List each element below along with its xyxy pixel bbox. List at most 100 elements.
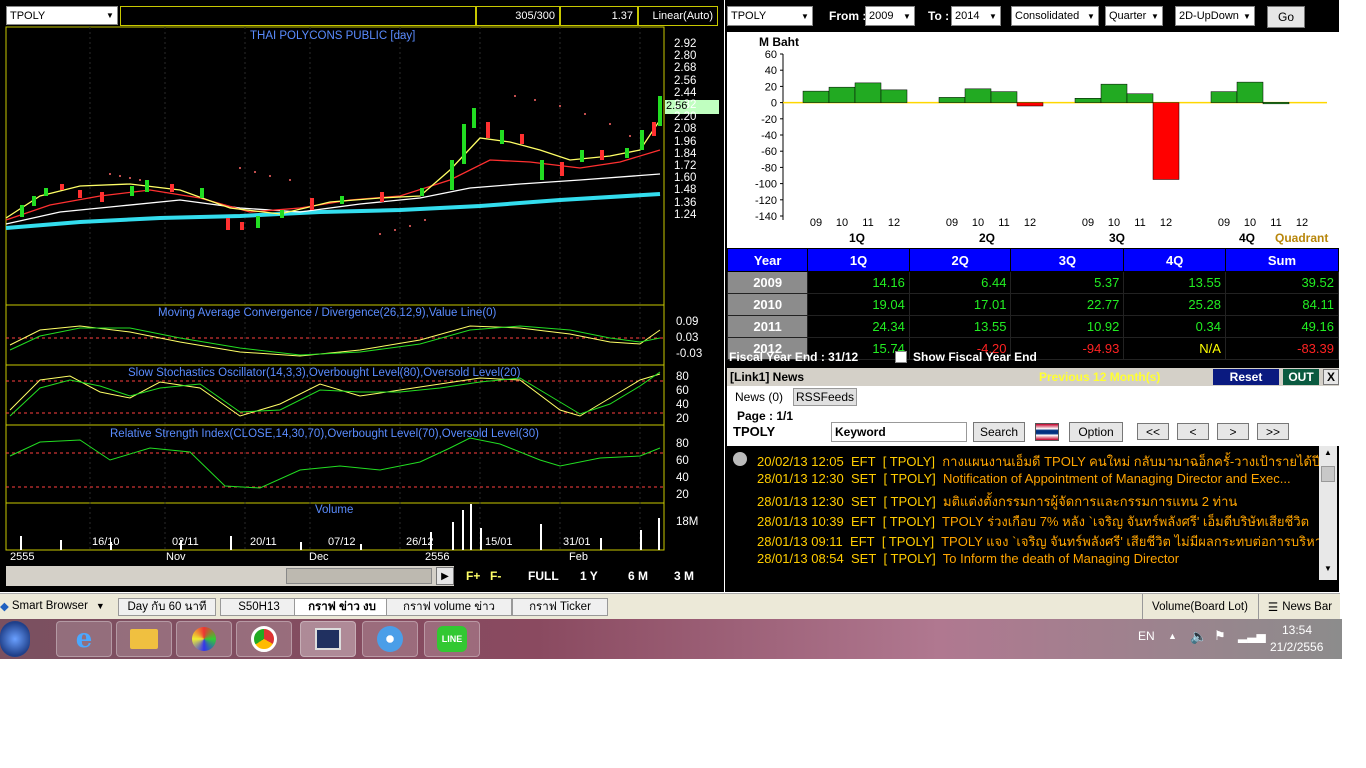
- clock-date[interactable]: 21/2/2556: [1270, 640, 1323, 654]
- scroll-down-icon[interactable]: ▼: [1320, 564, 1336, 578]
- fin-bar[interactable]: [880, 89, 908, 103]
- fin-bar[interactable]: [938, 97, 966, 103]
- chevron-down-icon[interactable]: ▼: [1084, 12, 1098, 21]
- price-chart-canvas[interactable]: [0, 0, 724, 592]
- volume-icon[interactable]: 🔈: [1190, 628, 1207, 645]
- price-tick: 2.44: [674, 86, 697, 99]
- range-full-button[interactable]: FULL: [528, 569, 559, 583]
- tab-rssfeeds[interactable]: RSSFeeds: [793, 388, 857, 406]
- news-source: SET: [850, 551, 877, 566]
- tab-day-60min[interactable]: Day กับ 60 นาที: [118, 598, 216, 616]
- chart-type-select[interactable]: 2D-UpDown ▼: [1175, 6, 1255, 26]
- from-year-select[interactable]: 2009 ▼: [865, 6, 915, 26]
- fin-bar[interactable]: [1210, 91, 1238, 103]
- show-fiscal-checkbox[interactable]: [895, 351, 907, 363]
- range-6m-button[interactable]: 6 M: [628, 569, 648, 583]
- keyword-input[interactable]: Keyword: [831, 422, 967, 442]
- scrollbar-thumb[interactable]: [286, 568, 432, 584]
- zoom-nav: F+ F- FULL 1 Y 6 M 3 M: [458, 568, 720, 586]
- list-item[interactable]: 20/02/13 12:05 EFT [ TPOLY] กางแผนงานเอ็…: [757, 451, 1319, 472]
- language-flag-icon[interactable]: [1035, 423, 1059, 441]
- first-page-button[interactable]: <<: [1137, 423, 1169, 440]
- zoom-in-button[interactable]: F+: [466, 569, 480, 583]
- go-button[interactable]: Go: [1267, 6, 1305, 28]
- range-1y-button[interactable]: 1 Y: [580, 569, 598, 583]
- fin-bar[interactable]: [1016, 102, 1044, 107]
- range-3m-button[interactable]: 3 M: [674, 569, 694, 583]
- fin-bar[interactable]: [802, 90, 830, 103]
- news-bar-button[interactable]: ☰ News Bar: [1258, 594, 1341, 620]
- chevron-down-icon[interactable]: ▼: [900, 12, 914, 21]
- previous-months-label[interactable]: Previous 12 Month(s): [1039, 370, 1160, 384]
- line-icon[interactable]: LINE: [424, 621, 480, 657]
- scroll-up-icon[interactable]: ▲: [1320, 448, 1336, 462]
- fin-bar[interactable]: [828, 86, 856, 103]
- fin-bar[interactable]: [854, 82, 882, 103]
- list-item[interactable]: 28/01/13 08:54 SET [ TPOLY] To Inform th…: [757, 551, 1179, 566]
- tab-chart-ticker[interactable]: กราฟ Ticker: [512, 598, 608, 616]
- last-page-button[interactable]: >>: [1257, 423, 1289, 440]
- fin-bar[interactable]: [1236, 81, 1264, 103]
- fin-bar-chart[interactable]: 6040200-20-40-60-80-100-120-140 09 10 11 12 0…: [727, 32, 1339, 248]
- file-explorer-icon[interactable]: [116, 621, 172, 657]
- chevron-down-icon[interactable]: ▼: [1148, 12, 1162, 21]
- fin-bar[interactable]: [1152, 102, 1180, 180]
- network-icon[interactable]: ▂▃▅: [1238, 629, 1266, 643]
- windows-taskbar: e LINE EN ▲ 🔈 ⚑ ▂▃▅ 13:54 21/2/2556: [0, 619, 1342, 659]
- chevron-down-icon[interactable]: ▼: [1240, 12, 1254, 21]
- start-button[interactable]: [0, 621, 30, 657]
- internet-explorer-icon[interactable]: e: [56, 621, 112, 657]
- fin-bar[interactable]: [1262, 102, 1290, 105]
- list-item[interactable]: 28/01/13 09:11 EFT [ TPOLY] TPOLY แจง `เ…: [757, 531, 1319, 552]
- chrome-icon[interactable]: [236, 621, 292, 657]
- paint-icon[interactable]: [176, 621, 232, 657]
- y-tick-label: -40: [761, 130, 777, 142]
- next-page-button[interactable]: >: [1217, 423, 1249, 440]
- chevron-down-icon[interactable]: ▼: [798, 12, 812, 21]
- itunes-icon[interactable]: [362, 621, 418, 657]
- news-scrollbar[interactable]: ▲ ▼: [1319, 446, 1337, 580]
- to-year-select[interactable]: 2014 ▼: [951, 6, 1001, 26]
- zoom-out-button[interactable]: F-: [490, 569, 501, 583]
- volume-board-lot-button[interactable]: Volume(Board Lot): [1142, 594, 1257, 620]
- show-hidden-icons[interactable]: ▲: [1168, 631, 1177, 641]
- fin-symbol-select[interactable]: TPOLY ▼: [727, 6, 813, 26]
- news-date: 20/02/13 12:05: [757, 454, 844, 469]
- news-controls: News (0) RSSFeeds Page : 1/1 TPOLY Keywo…: [727, 386, 1339, 446]
- fin-bar[interactable]: [1100, 83, 1128, 103]
- language-indicator[interactable]: EN: [1138, 629, 1155, 643]
- tab-chart-volume-news[interactable]: กราฟ volume ข่าว: [386, 598, 512, 616]
- tab-chart-news-fin[interactable]: กราฟ ข่าว งบ: [294, 598, 390, 616]
- close-icon[interactable]: X: [1323, 369, 1339, 385]
- column-header: 4Q: [1123, 248, 1226, 272]
- price-axis: 2.92 2.80 2.68 2.56 2.44 2.32 2.20 2.08 …: [674, 38, 696, 221]
- smart-browser-label: Smart Browser: [11, 600, 88, 612]
- out-button[interactable]: OUT: [1283, 369, 1319, 385]
- fin-bar[interactable]: [990, 91, 1018, 103]
- option-button[interactable]: Option: [1069, 422, 1123, 442]
- chevron-down-icon[interactable]: ▼: [96, 601, 105, 611]
- search-button[interactable]: Search: [973, 422, 1025, 442]
- list-item[interactable]: 28/01/13 12:30 SET [ TPOLY] มติแต่งตั้งก…: [757, 491, 1237, 512]
- flag-icon[interactable]: ⚑: [1214, 628, 1226, 644]
- tab-s50h13[interactable]: S50H13: [220, 598, 298, 616]
- chevron-down-icon[interactable]: ▼: [986, 12, 1000, 21]
- chart-scrollbar[interactable]: ▶: [6, 566, 454, 586]
- reset-button[interactable]: Reset: [1213, 369, 1279, 385]
- scroll-right-button[interactable]: ▶: [436, 567, 454, 585]
- fin-bar[interactable]: [964, 88, 992, 103]
- fin-bar[interactable]: [1126, 93, 1154, 103]
- smart-browser-button[interactable]: ◆ Smart Browser ▼: [0, 599, 105, 613]
- period-select[interactable]: Quarter ▼: [1105, 6, 1163, 26]
- date-label: 07/12: [328, 536, 356, 548]
- news-titlebar: [Link1] News Previous 12 Month(s) Reset …: [727, 368, 1339, 386]
- prev-page-button[interactable]: <: [1177, 423, 1209, 440]
- fin-bar[interactable]: [1074, 98, 1102, 103]
- stock-app-icon[interactable]: [300, 621, 356, 657]
- clock-time[interactable]: 13:54: [1282, 623, 1312, 637]
- scrollbar-thumb[interactable]: [1321, 466, 1335, 482]
- list-item[interactable]: 28/01/13 10:39 EFT [ TPOLY] TPOLY ร่วงเก…: [757, 511, 1309, 532]
- tab-news[interactable]: News (0): [729, 388, 789, 406]
- list-item[interactable]: 28/01/13 12:30 SET [ TPOLY] Notification…: [757, 471, 1291, 486]
- consolidation-select[interactable]: Consolidated ▼: [1011, 6, 1099, 26]
